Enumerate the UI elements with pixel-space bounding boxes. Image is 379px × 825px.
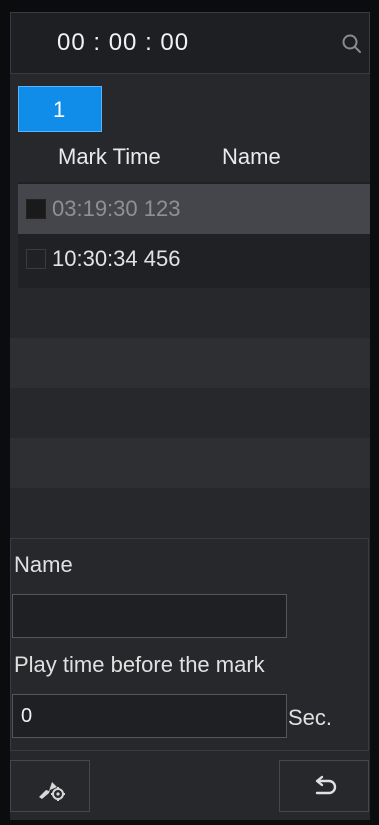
- page-tab-1[interactable]: 1: [18, 86, 102, 132]
- row-checkbox[interactable]: [26, 199, 46, 219]
- row-mark-text: 10:30:34 456: [52, 246, 181, 271]
- play-before-field[interactable]: [12, 694, 287, 738]
- empty-list-row: [10, 338, 370, 388]
- time-search-box[interactable]: 00 : 00 : 00: [10, 12, 370, 74]
- table-row[interactable]: 03:19:30 123: [18, 184, 370, 234]
- column-header-mark-time[interactable]: Mark Time: [58, 144, 161, 170]
- table-row[interactable]: 10:30:34 456: [18, 234, 370, 284]
- mark-settings-button[interactable]: [10, 760, 90, 812]
- empty-list-row: [10, 438, 370, 488]
- mark-settings-icon: [39, 782, 65, 801]
- name-label: Name: [14, 552, 73, 577]
- back-icon: [315, 775, 337, 795]
- search-icon[interactable]: [341, 33, 363, 55]
- column-header-name[interactable]: Name: [222, 144, 281, 170]
- back-button[interactable]: [279, 760, 369, 812]
- name-field[interactable]: [12, 594, 287, 638]
- play-before-label: Play time before the mark: [14, 652, 265, 677]
- row-mark-text: 03:19:30 123: [52, 196, 181, 221]
- time-input[interactable]: 00 : 00 : 00: [57, 29, 189, 57]
- seconds-unit-label: Sec.: [288, 705, 333, 730]
- row-checkbox[interactable]: [26, 249, 46, 269]
